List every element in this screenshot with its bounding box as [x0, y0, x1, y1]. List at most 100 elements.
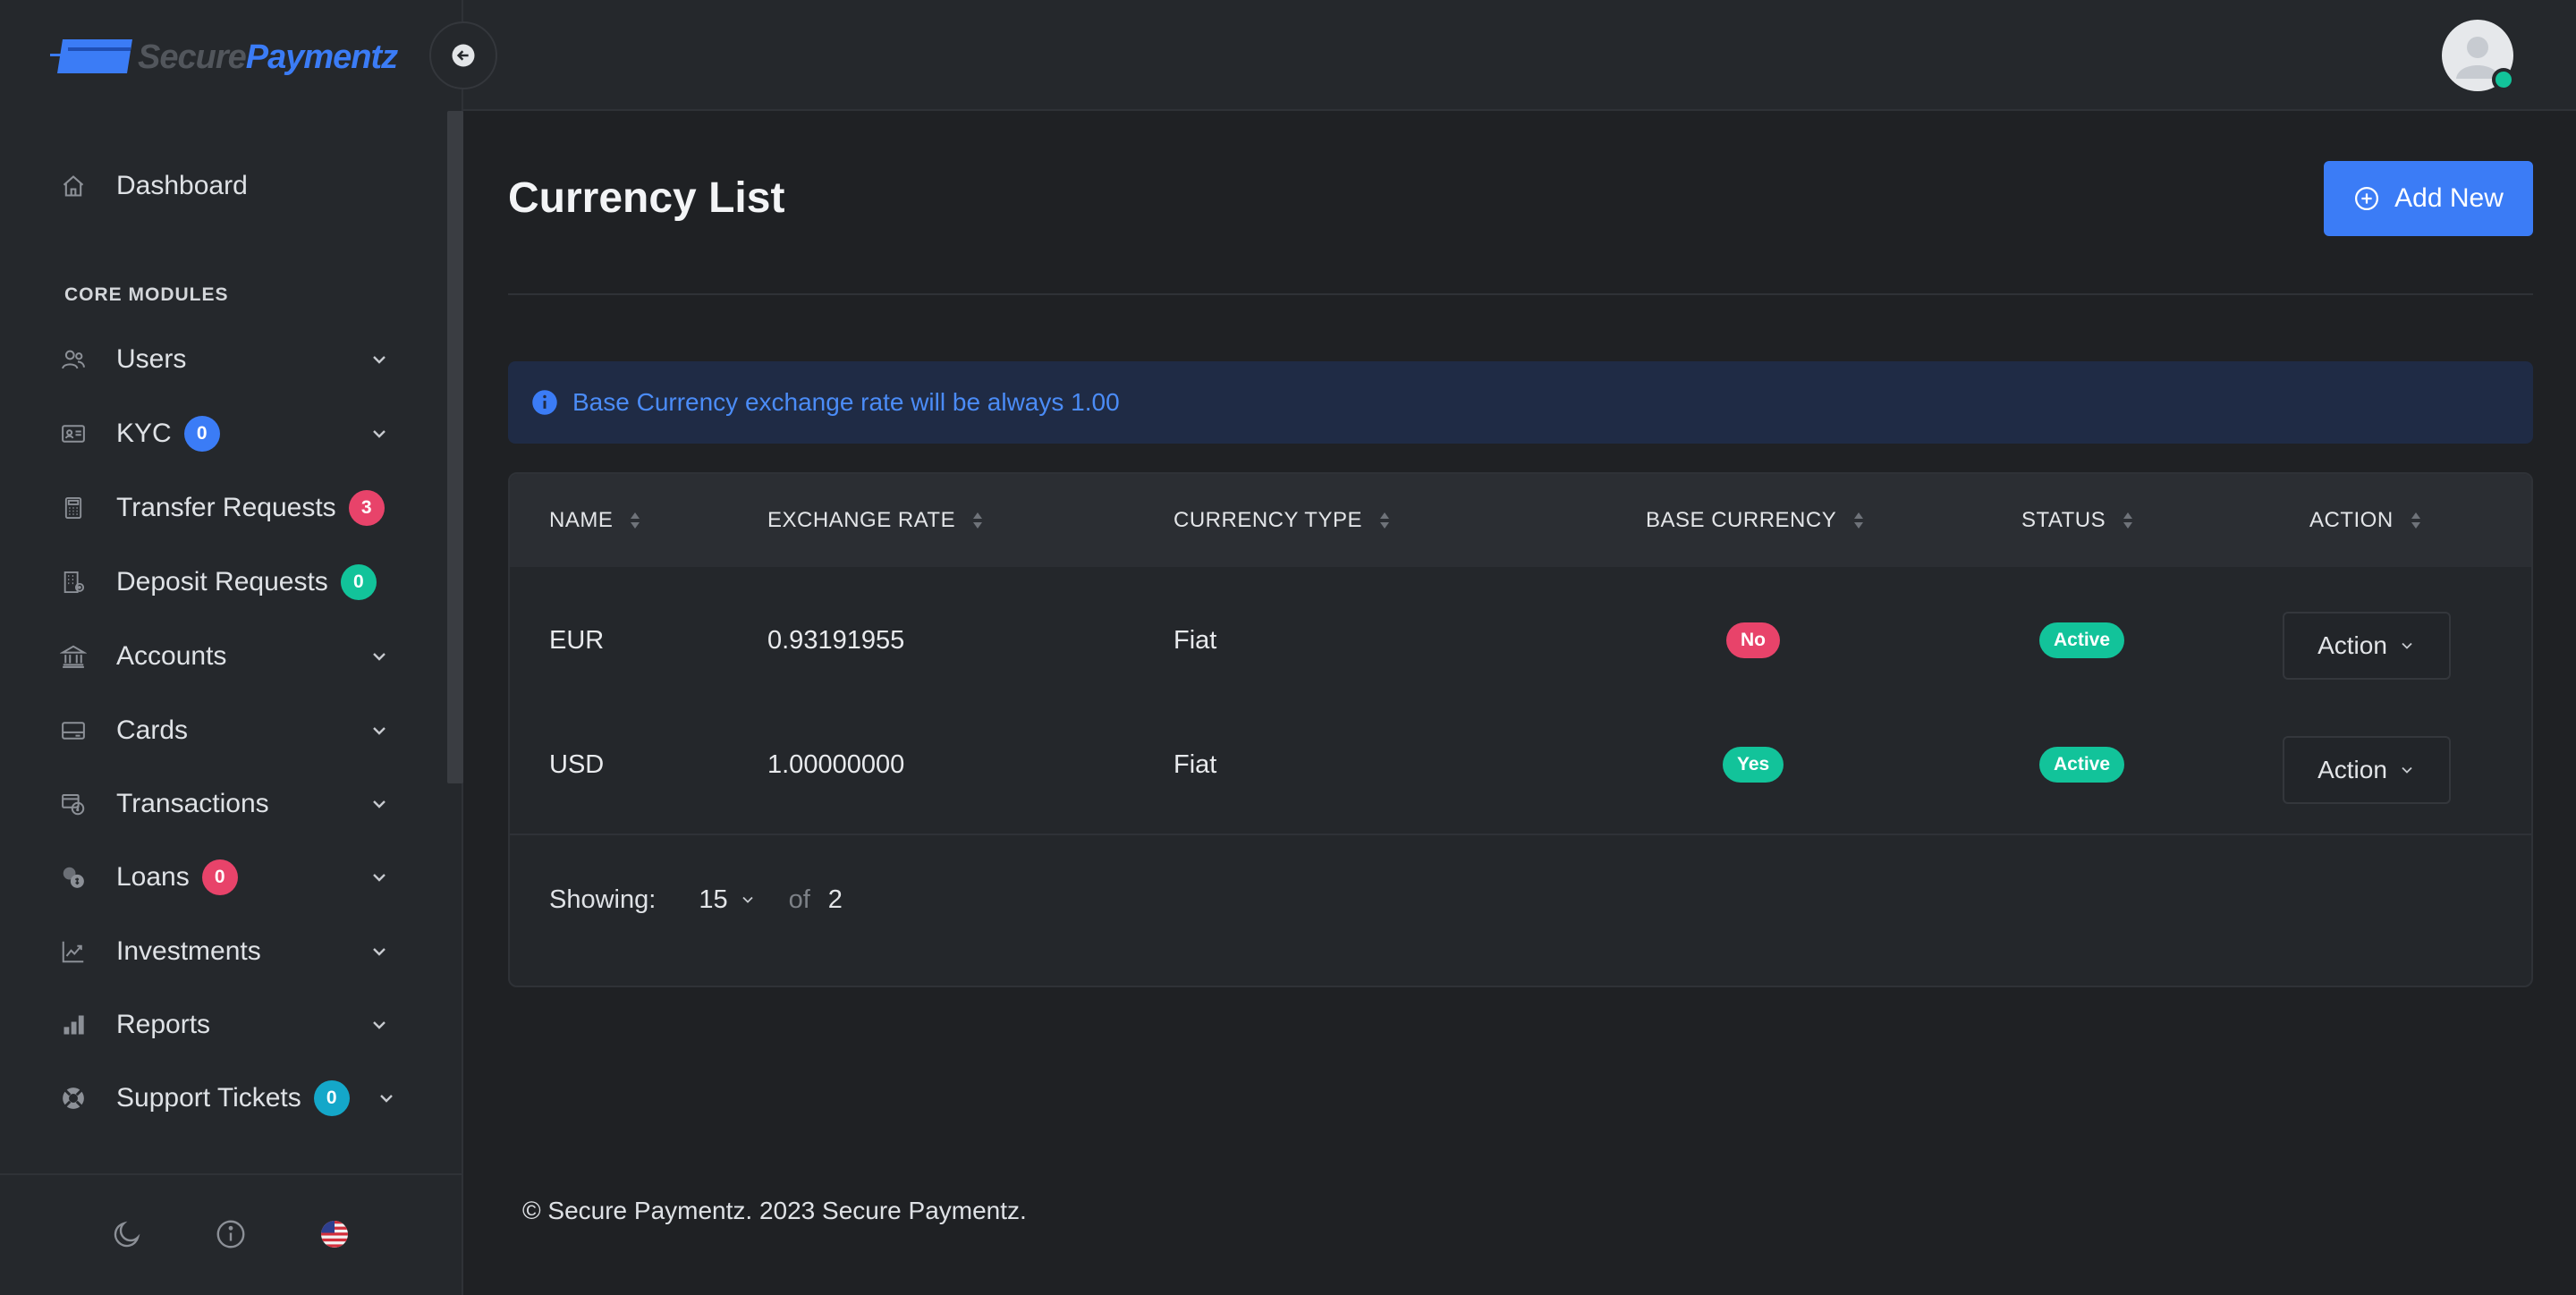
page-footer: © Secure Paymentz. 2023 Secure Paymentz. [522, 1197, 1027, 1224]
sort-icon [1854, 512, 1864, 529]
sidebar-item-label: Support Tickets [116, 1083, 301, 1113]
per-page-select[interactable]: 15 [699, 885, 756, 915]
currency-table: NAME EXCHANGE RATE CURRENCY TYPE BASE CU… [508, 472, 2533, 987]
sort-icon [2411, 512, 2420, 529]
cell-status: Active [2039, 578, 2125, 703]
cell-status: Active [2039, 702, 2125, 827]
action-label: Action [2318, 756, 2387, 783]
table-divider [510, 834, 2531, 835]
chevron-down-icon [373, 356, 386, 364]
sidebar-item-accounts[interactable]: Accounts [57, 630, 390, 683]
sidebar-item-investments[interactable]: Investments [57, 925, 390, 978]
sidebar-item-label: Reports [116, 1010, 211, 1039]
add-new-label: Add New [2394, 183, 2504, 213]
pagination-of: of [788, 884, 810, 914]
plus-circle-icon [2355, 187, 2379, 210]
transactions-icon [57, 788, 89, 820]
sidebar-item-label: Deposit Requests [116, 567, 328, 597]
sidebar-item-kyc[interactable]: KYC 0 [57, 407, 390, 461]
sidebar-item-label: KYC [116, 419, 172, 448]
sidebar-scrollbar[interactable] [447, 111, 463, 783]
cell-currency-type: Fiat [1174, 625, 1217, 655]
info-circle-icon [532, 390, 557, 415]
table-header: NAME EXCHANGE RATE CURRENCY TYPE BASE CU… [510, 474, 2531, 567]
chevron-down-icon [373, 874, 386, 882]
bank-icon [57, 640, 89, 673]
sort-icon [1380, 512, 1389, 529]
deposit-requests-count-badge: 0 [340, 564, 377, 600]
sidebar-item-loans[interactable]: Loans 0 [57, 851, 390, 904]
add-new-button[interactable]: Add New [2324, 161, 2533, 236]
row-action-dropdown[interactable]: Action [2283, 736, 2451, 804]
arrow-left-circle-icon [452, 44, 475, 67]
sidebar-item-dashboard[interactable]: Dashboard [57, 159, 390, 213]
sidebar-collapse-button[interactable] [429, 21, 497, 89]
base-currency-badge: No [1726, 622, 1780, 658]
cell-currency-type: Fiat [1174, 749, 1217, 779]
pagination-label: Showing: [549, 884, 657, 914]
info-alert: Base Currency exchange rate will be alwa… [508, 361, 2533, 444]
chevron-down-icon [373, 948, 386, 956]
online-status-indicator [2492, 68, 2515, 91]
sidebar-section-title: CORE MODULES [64, 284, 229, 305]
cell-name: USD [549, 749, 605, 779]
sidebar-item-label: Transfer Requests [116, 493, 336, 522]
column-header-status[interactable]: STATUS [2021, 474, 2134, 567]
building-icon [57, 566, 89, 598]
sidebar-item-transfer-requests[interactable]: Transfer Requests 3 [57, 481, 390, 535]
life-ring-icon [57, 1082, 89, 1114]
column-header-exchange-rate[interactable]: EXCHANGE RATE [767, 474, 984, 567]
brand-card-icon [50, 39, 132, 73]
credit-card-icon [57, 715, 89, 747]
us-flag-icon[interactable] [318, 1218, 351, 1250]
brand-name-part1: Secure [138, 38, 247, 76]
per-page-value: 15 [699, 884, 728, 914]
pagination-total: 2 [827, 884, 843, 914]
cell-exchange-rate: 0.93191955 [767, 625, 905, 655]
base-currency-badge: Yes [1723, 747, 1784, 783]
id-card-icon [57, 418, 89, 450]
column-header-action[interactable]: ACTION [2309, 474, 2422, 567]
sidebar-item-label: Investments [116, 936, 261, 966]
sidebar-item-label: Users [116, 344, 187, 374]
home-icon [57, 170, 89, 202]
moon-icon[interactable] [111, 1218, 143, 1250]
users-icon [57, 343, 89, 376]
sidebar: SecurePaymentz Dashboard CORE MODULES Us… [0, 0, 463, 1295]
pagination: Showing: 15 of 2 [549, 873, 843, 927]
sidebar-item-label: Loans [116, 862, 190, 892]
support-tickets-count-badge: 0 [313, 1080, 350, 1116]
chevron-down-icon [373, 727, 386, 735]
sidebar-item-transactions[interactable]: Transactions [57, 777, 390, 831]
chevron-down-icon [373, 653, 386, 661]
info-alert-text: Base Currency exchange rate will be alwa… [572, 388, 1120, 416]
chevron-down-icon [373, 1021, 386, 1029]
column-header-base-currency[interactable]: BASE CURRENCY [1646, 474, 1865, 567]
sidebar-item-cards[interactable]: Cards [57, 704, 390, 758]
chevron-down-icon [2402, 642, 2412, 649]
sidebar-item-deposit-requests[interactable]: Deposit Requests 0 [57, 555, 390, 609]
title-divider [508, 293, 2533, 295]
sidebar-item-label: Cards [116, 715, 189, 745]
info-icon[interactable] [215, 1218, 247, 1250]
sidebar-item-users[interactable]: Users [57, 333, 390, 386]
table-row: EUR 0.93191955 Fiat No Active Action [510, 578, 2531, 703]
sidebar-item-support-tickets[interactable]: Support Tickets 0 [57, 1071, 393, 1125]
chart-line-icon [57, 935, 89, 968]
coins-icon [57, 861, 89, 893]
brand-logo[interactable]: SecurePaymentz [50, 34, 398, 80]
sort-icon [631, 512, 640, 529]
column-header-name[interactable]: NAME [549, 474, 641, 567]
topbar [463, 0, 2576, 111]
column-header-currency-type[interactable]: CURRENCY TYPE [1174, 474, 1391, 567]
status-badge: Active [2039, 622, 2125, 658]
cell-base-currency: No [1726, 578, 1780, 703]
sidebar-item-label: Transactions [116, 789, 269, 818]
sidebar-item-reports[interactable]: Reports [57, 998, 390, 1052]
row-action-dropdown[interactable]: Action [2283, 612, 2451, 680]
sidebar-footer [0, 1173, 462, 1295]
cell-exchange-rate: 1.00000000 [767, 749, 905, 779]
brand-name-part2: Paymentz [245, 38, 398, 76]
calculator-icon [57, 492, 89, 524]
kyc-count-badge: 0 [183, 416, 220, 452]
